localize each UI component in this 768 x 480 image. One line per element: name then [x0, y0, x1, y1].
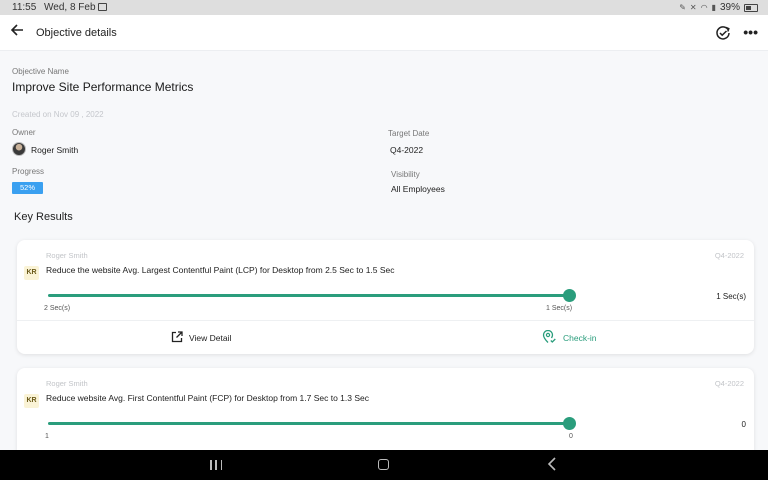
kr-owner: Roger Smith	[46, 379, 88, 388]
app-bar: Objective details •••	[0, 15, 768, 51]
kr-target-value: 0	[569, 433, 573, 440]
objective-name-label: Objective Name	[12, 67, 69, 76]
key-results-heading: Key Results	[14, 211, 73, 223]
kr-date: Q4-2022	[714, 379, 744, 388]
kr-current-value: 0	[741, 420, 746, 429]
progress-label: Progress	[12, 167, 45, 176]
kr-badge: KR	[24, 394, 39, 408]
created-date: Created on Nov 09 , 2022	[12, 110, 104, 119]
objective-details-content: Objective Name Improve Site Performance …	[0, 51, 768, 450]
page-title: Objective details	[36, 27, 117, 39]
kr-progress-handle[interactable]	[563, 417, 576, 430]
target-date-label: Target Date	[388, 129, 430, 138]
nav-back-icon[interactable]	[547, 456, 557, 475]
system-nav-bar	[0, 450, 768, 480]
kr-progress-track	[48, 422, 571, 425]
battery-icon	[744, 3, 758, 12]
kr-target-value: 1 Sec(s)	[546, 305, 573, 312]
mute-icon: ✕	[689, 3, 697, 12]
status-time: 11:55	[12, 2, 37, 13]
check-in-label: Check-in	[563, 332, 597, 343]
target-date: Q4-2022	[390, 145, 424, 155]
home-icon[interactable]	[378, 459, 389, 470]
kr-owner: Roger Smith	[46, 251, 88, 260]
visibility-value: All Employees	[391, 184, 445, 194]
check-in-icon	[542, 329, 557, 346]
external-link-icon	[171, 330, 183, 345]
avatar	[12, 142, 26, 156]
kr-progress-track	[48, 294, 571, 297]
kr-date: Q4-2022	[714, 251, 744, 260]
owner-label: Owner	[12, 128, 36, 137]
check-in-button[interactable]: Check-in	[542, 321, 597, 354]
kr-title: Reduce website Avg. First Contentful Pai…	[46, 393, 369, 403]
key-result-card: Roger Smith Q4-2022 KR Reduce the websit…	[17, 240, 754, 354]
refresh-check-icon[interactable]	[714, 24, 732, 42]
visibility-label: Visibility	[391, 170, 420, 179]
view-detail-button[interactable]: View Detail	[171, 321, 231, 354]
status-bar: 11:55 Wed, 8 Feb ✎ ✕ ◠ ▮ 39%	[0, 0, 768, 15]
view-detail-label: View Detail	[189, 332, 232, 343]
recent-apps-icon[interactable]	[210, 460, 222, 470]
image-notification-icon	[98, 3, 107, 11]
back-arrow-icon[interactable]	[10, 23, 28, 41]
kr-progress-handle[interactable]	[563, 289, 576, 302]
kr-start-value: 1	[45, 433, 49, 440]
owner-name: Roger Smith	[31, 145, 79, 155]
key-result-card: Roger Smith Q4-2022 KR Reduce website Av…	[17, 368, 754, 450]
wifi-icon: ◠	[700, 3, 708, 12]
signal-icon: ▮	[711, 3, 716, 12]
card-divider	[17, 320, 754, 321]
progress-badge: 52%	[12, 182, 43, 194]
kr-start-value: 2 Sec(s)	[44, 305, 71, 312]
kr-badge: KR	[24, 266, 39, 280]
status-date: Wed, 8 Feb	[44, 2, 96, 13]
pen-icon: ✎	[679, 3, 686, 12]
status-icons: ✎ ✕ ◠ ▮ 39%	[679, 2, 758, 13]
kr-title: Reduce the website Avg. Largest Contentf…	[46, 265, 395, 275]
kr-current-value: 1 Sec(s)	[716, 292, 746, 301]
battery-percent: 39%	[719, 2, 740, 13]
more-options-icon[interactable]: •••	[743, 23, 758, 41]
objective-name: Improve Site Performance Metrics	[12, 80, 194, 94]
